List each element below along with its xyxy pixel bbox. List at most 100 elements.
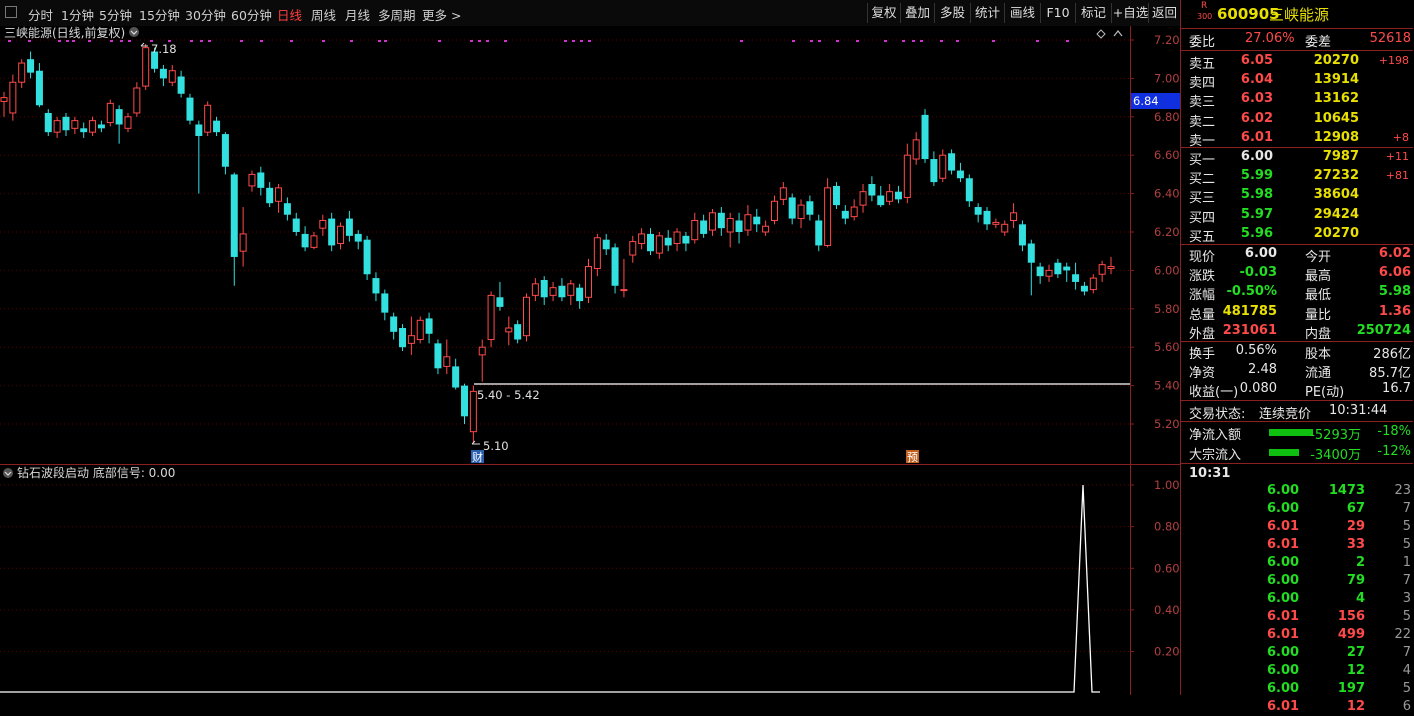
toolbar-button-0[interactable]: 复权 [867,3,900,23]
signal-marker [66,40,69,42]
signal-marker [588,40,591,42]
indicator-title: 钻石波段启动 底部信号: 0.00 [17,465,175,480]
signal-marker [8,40,11,42]
toolbar-button-5[interactable]: F10 [1040,3,1075,23]
candle [487,291,495,348]
high-label: 7.18 [151,42,177,56]
toolbar-button-8[interactable]: 返回 [1148,3,1180,23]
toolbar-button-3[interactable]: 统计 [970,3,1004,23]
indicator-dropdown-icon[interactable] [3,468,13,478]
candle [921,109,929,163]
indicator-y-tick: 0.60 [1154,561,1180,575]
period-tab-2[interactable]: 5分钟 [99,5,132,24]
y-tick-label: 6.60 [1154,148,1180,162]
bids-row[interactable]: 买一 6.00 7987 +11 [1181,148,1413,168]
toolbar-button-7[interactable]: +自选 [1111,3,1149,23]
signal-marker [836,40,839,42]
indicator-y-tick: 0.80 [1154,520,1180,534]
period-tab-1[interactable]: 1分钟 [61,5,94,24]
flow-row: 净流入额 -5293万 -18% [1189,424,1411,443]
quote-row: 涨幅 -0.50% 最低 5.98 [1189,284,1411,304]
signal-marker [120,40,123,42]
signal-marker [856,40,859,42]
y-tick-label: 7.20 [1154,33,1180,47]
tick-row: 6.00 67 7 [1267,501,1411,516]
period-tab-8[interactable]: 月线 [345,5,370,24]
toolbar-button-1[interactable]: 叠加 [900,3,934,23]
period-tab-7[interactable]: 周线 [311,5,336,24]
chart-dropdown-icon[interactable] [129,27,139,37]
signal-marker [290,40,293,42]
candle [142,43,150,90]
tick-row: 6.00 4 3 [1267,591,1411,606]
stock-header: R 300 600905 三峡能源 [1181,1,1413,27]
tick-row: 6.01 156 5 [1267,609,1411,624]
bids-row[interactable]: 买四 5.97 29424 [1181,206,1413,226]
period-tab-0[interactable]: 分时 [28,5,53,24]
asks-row[interactable]: 卖一 6.01 12908 +8 [1181,129,1413,149]
chart-title: 三峡能源(日线,前复权) [4,26,125,40]
signal-marker [486,40,489,42]
bids-row[interactable]: 买三 5.98 38604 [1181,186,1413,206]
period-tab-10[interactable]: 更多 > [422,5,461,24]
candle [106,99,114,127]
flow-row: 大宗流入 -3400万 -12% [1189,443,1411,463]
candle [824,178,832,248]
quote-row: 现价 6.00 今开 6.02 [1189,246,1411,265]
asks-row[interactable]: 卖五 6.05 20270 +198 [1181,52,1413,72]
signal-marker [260,40,263,42]
period-tab-3[interactable]: 15分钟 [139,5,180,24]
signal-marker [378,40,381,42]
signal-marker [1066,40,1069,42]
signal-marker [208,40,211,42]
signal-marker [572,40,575,42]
candle [186,93,194,125]
bids-row[interactable]: 买二 5.99 27232 +81 [1181,167,1413,187]
signal-marker [384,40,387,42]
signal-marker [88,40,91,42]
signal-marker [504,40,507,42]
y-tick-label: 5.40 [1154,379,1180,393]
tick-row: 6.01 33 5 [1267,537,1411,552]
current-price-label: 6.84 [1133,94,1159,108]
signal-marker [912,40,915,42]
y-tick-label: 6.80 [1154,110,1180,124]
period-tab-4[interactable]: 30分钟 [185,5,226,24]
signal-marker [920,40,923,42]
signal-marker [740,40,743,42]
tick-row: 6.00 197 5 [1267,681,1411,696]
tick-row: 6.01 12 6 [1267,699,1411,714]
kline-chart[interactable]: 7.20 7.00 6.80 6.60 6.40 6.20 6.00 5.80 5.60 5.40… [0,26,1180,695]
period-tab-6[interactable]: 日线 [277,5,302,24]
tick-row: 6.01 29 5 [1267,519,1411,534]
signal-marker [28,40,31,42]
toolbar-button-4[interactable]: 画线 [1004,3,1040,23]
bids-row[interactable]: 买五 5.96 20270 [1181,225,1413,245]
fund-row: 收益(一) 0.080 PE(动) 16.7 [1189,381,1411,401]
trade-status-row: 交易状态: 连续竞价 10:31:44 [1189,403,1388,422]
indicator-y-tick: 0.40 [1154,603,1180,617]
window-menu-icon[interactable] [5,6,17,18]
candle [44,109,52,136]
tick-row: 6.00 12 4 [1267,663,1411,678]
low-label: 5.10 [483,439,509,453]
signal-marker [438,40,441,42]
badge-finance-label: 财 [472,450,483,464]
signal-marker [478,40,481,42]
signal-marker [470,40,473,42]
tick-row: 6.00 79 7 [1267,573,1411,588]
stock-tag-sub: 300 [1197,12,1213,21]
signal-marker [564,40,567,42]
toolbar-button-2[interactable]: 多股 [934,3,970,23]
signal-marker [956,40,959,42]
asks-row[interactable]: 卖三 6.03 13162 [1181,90,1413,110]
asks-row[interactable]: 卖二 6.02 10645 [1181,110,1413,130]
quote-row: 涨跌 -0.03 最高 6.06 [1189,265,1411,285]
asks-row[interactable]: 卖四 6.04 13914 [1181,71,1413,91]
support-range-label: 5.40 - 5.42 [477,388,540,402]
period-tab-9[interactable]: 多周期 [378,5,416,24]
toolbar-button-6[interactable]: 标记 [1075,3,1111,23]
y-tick-label: 5.80 [1154,302,1180,316]
period-tab-5[interactable]: 60分钟 [231,5,272,24]
signal-marker [240,40,243,42]
